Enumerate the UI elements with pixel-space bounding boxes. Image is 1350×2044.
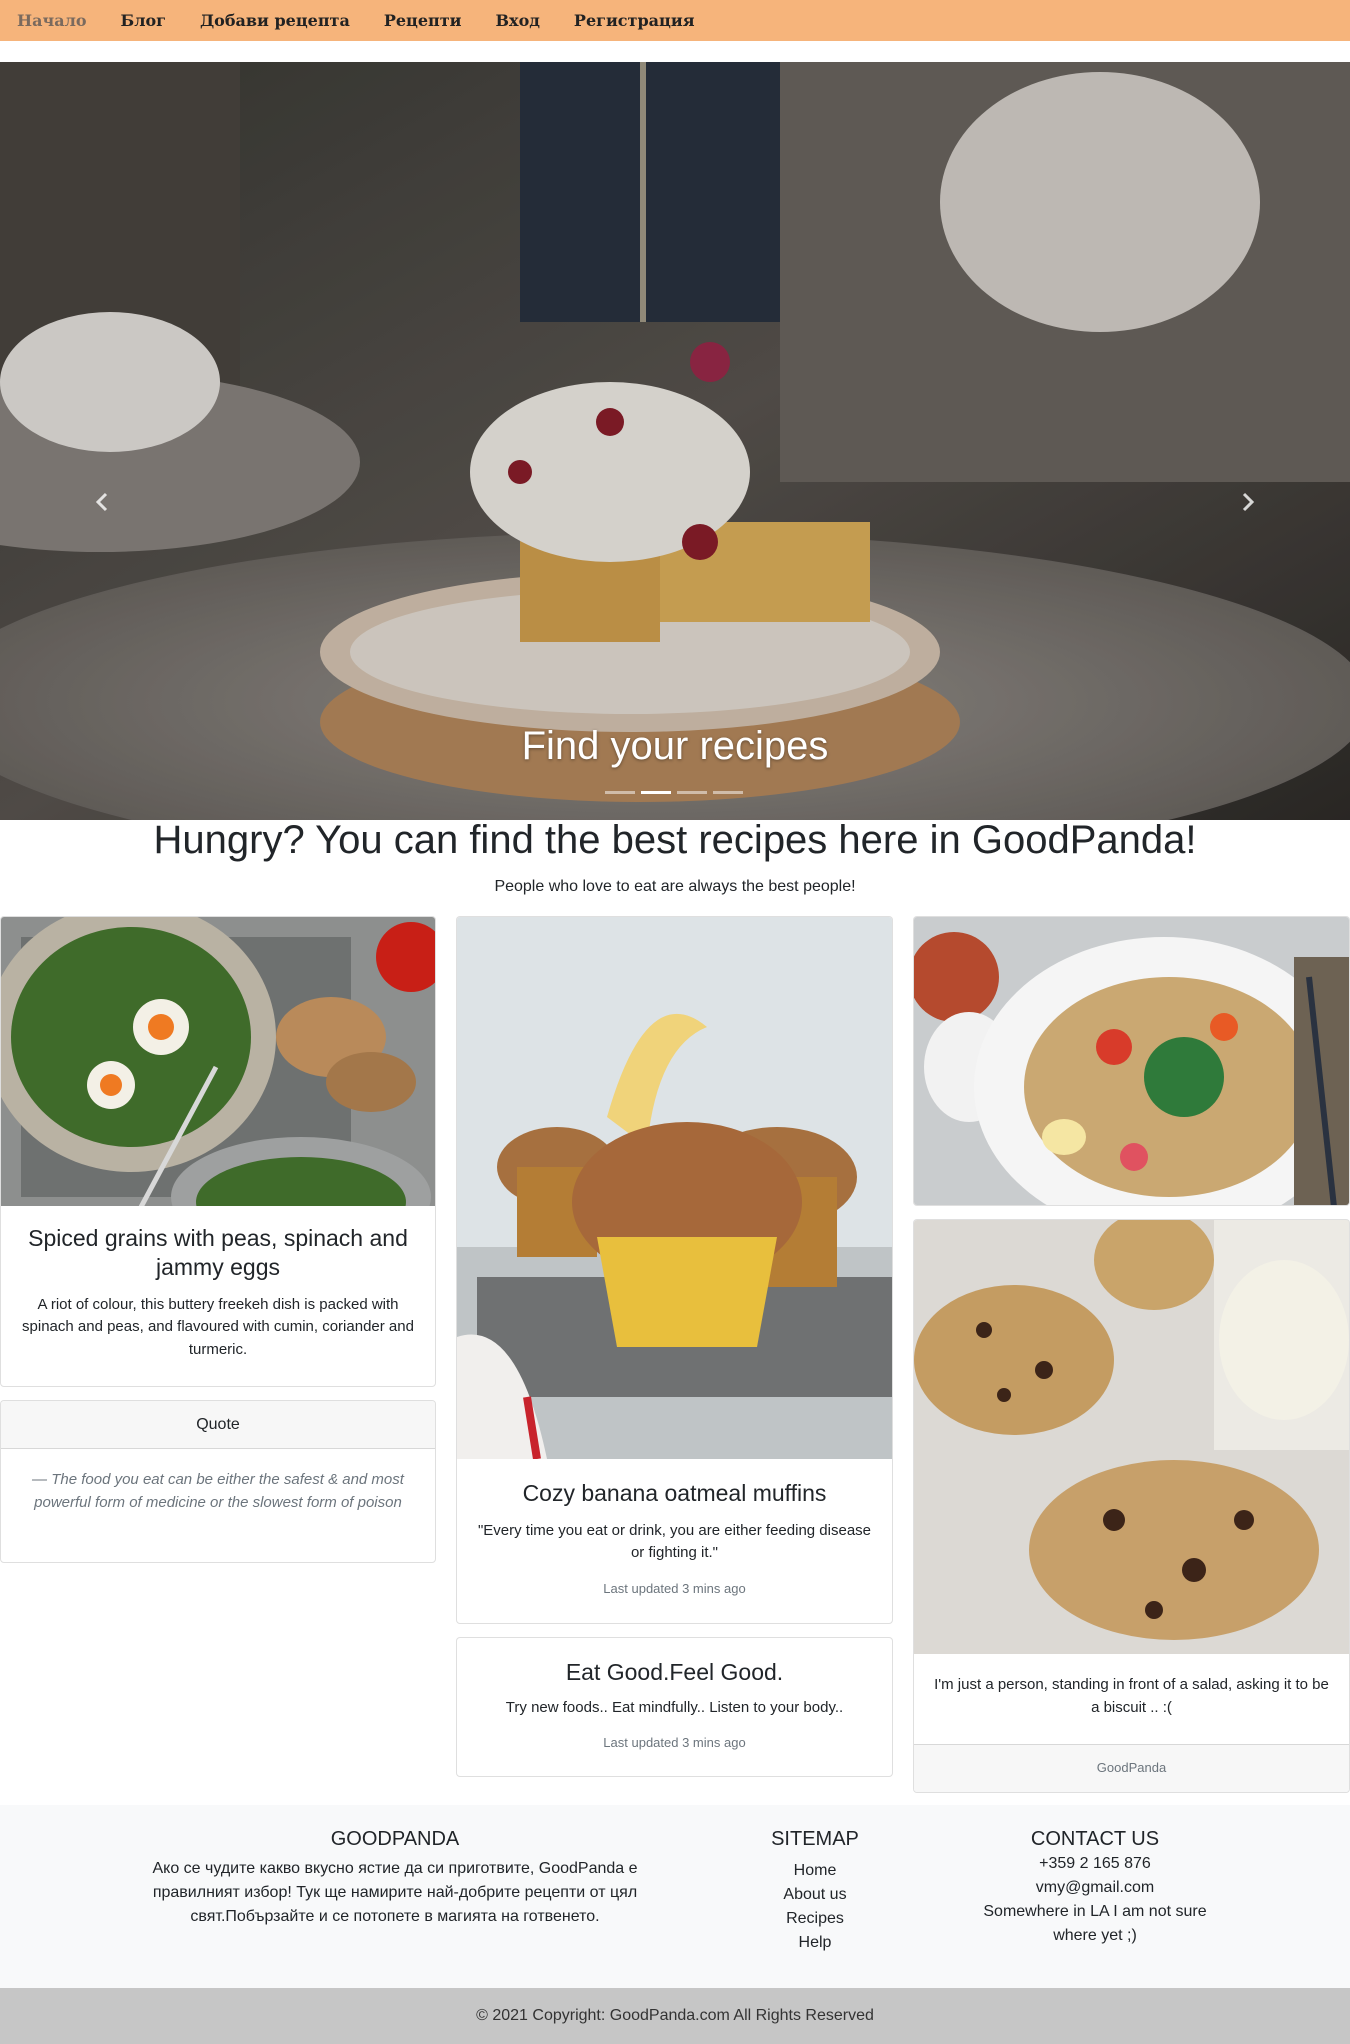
footer-link-help[interactable]: Help — [745, 1931, 885, 1955]
cookies-image — [914, 1220, 1349, 1654]
carousel-next-button[interactable] — [1228, 482, 1268, 522]
grains-title[interactable]: Spiced grains with peas, spinach and jam… — [21, 1224, 415, 1282]
footer-about-heading: GOODPANDA — [330, 1828, 460, 1850]
footer-contact-phone: +359 2 165 876 — [1039, 1855, 1151, 1872]
page-subtitle: People who love to eat are always the be… — [494, 878, 856, 895]
carousel-indicator-4[interactable] — [713, 791, 743, 794]
cookies-card[interactable]: I'm just a person, standing in front of … — [913, 1219, 1350, 1793]
eat-good-updated: Last updated 3 mins ago — [603, 1735, 746, 1751]
hero-carousel — [0, 62, 1350, 820]
nav-add-recipe[interactable]: Добави рецепта — [200, 11, 350, 30]
navbar: Начало Блог Добави рецепта Рецепти Вход … — [0, 0, 1350, 41]
quote-card-header: Quote — [1, 1401, 435, 1449]
grains-image — [1, 917, 435, 1206]
muffins-updated: Last updated 3 mins ago — [603, 1580, 746, 1596]
muffins-image — [457, 917, 892, 1459]
nav-blog[interactable]: Блог — [121, 11, 166, 30]
eat-good-card: Eat Good.Feel Good. Try new foods.. Eat … — [456, 1637, 893, 1777]
carousel-indicator-2[interactable] — [641, 791, 671, 794]
footer-contact-email[interactable]: vmy@gmail.com — [975, 1876, 1215, 1900]
noodle-image-card[interactable] — [913, 916, 1350, 1206]
carousel-indicator-3[interactable] — [677, 791, 707, 794]
footer-about-text: Ако се чудите какво вкусно ястие да си п… — [152, 1860, 638, 1925]
footer-sitemap-links: Home About us Recipes Help — [745, 1859, 885, 1955]
recipe-card-muffins[interactable]: Cozy banana oatmeal muffins "Every time … — [456, 916, 893, 1624]
eat-good-text: Try new foods.. Eat mindfully.. Listen t… — [505, 1698, 844, 1716]
chevron-right-icon — [1242, 492, 1255, 512]
chevron-left-icon — [95, 492, 108, 512]
grains-description: A riot of colour, this buttery freekeh d… — [22, 1295, 414, 1358]
footer-link-recipes[interactable]: Recipes — [745, 1907, 885, 1931]
footer-contact-address: Somewhere in LA I am not sure where yet … — [983, 1903, 1207, 1944]
nav-login[interactable]: Вход — [496, 11, 540, 30]
footer-link-home[interactable]: Home — [745, 1859, 885, 1883]
footer: GOODPANDA Ако се чудите какво вкусно яст… — [0, 1805, 1350, 1988]
quote-text: — The food you eat can be either the saf… — [32, 1471, 404, 1511]
cookies-footer: GoodPanda — [914, 1744, 1349, 1792]
footer-contact-heading: CONTACT US — [1030, 1828, 1160, 1850]
cookies-text: I'm just a person, standing in front of … — [934, 1676, 1329, 1716]
footer-link-about[interactable]: About us — [745, 1883, 885, 1907]
carousel-indicator-1[interactable] — [605, 791, 635, 794]
nav-register[interactable]: Регистрация — [574, 11, 695, 30]
noodle-bowl-image — [914, 917, 1349, 1205]
recipe-card-grains[interactable]: Spiced grains with peas, spinach and jam… — [0, 916, 436, 1387]
eat-good-title: Eat Good.Feel Good. — [565, 1659, 784, 1685]
footer-sitemap-heading: SITEMAP — [771, 1828, 859, 1850]
carousel-caption: Find your recipes — [521, 724, 829, 768]
copyright-bar: © 2021 Copyright: GoodPanda.com All Righ… — [0, 1988, 1350, 2044]
muffins-quote: "Every time you eat or drink, you are ei… — [477, 1521, 872, 1562]
nav-recipes[interactable]: Рецепти — [384, 11, 462, 30]
nav-home[interactable]: Начало — [17, 11, 87, 30]
quote-card: Quote — The food you eat can be either t… — [0, 1400, 436, 1563]
hero-image — [0, 62, 1350, 820]
muffins-title[interactable]: Cozy banana oatmeal muffins — [477, 1479, 872, 1508]
page-title: Hungry? You can find the best recipes he… — [153, 818, 1197, 862]
carousel-prev-button[interactable] — [82, 482, 122, 522]
carousel-indicators — [605, 791, 743, 794]
